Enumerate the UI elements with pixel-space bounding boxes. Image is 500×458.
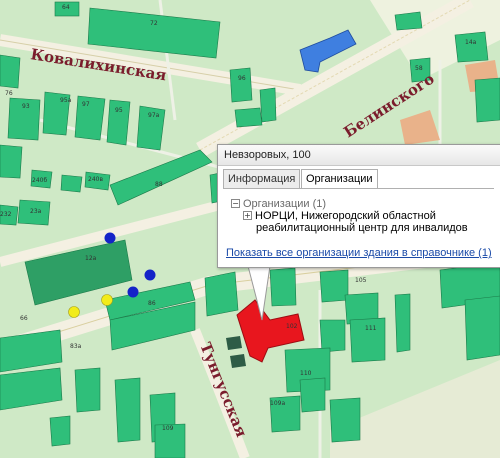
- building-number: 95: [115, 107, 123, 114]
- building-number: 12a: [85, 255, 97, 262]
- building-number: 86: [148, 300, 156, 307]
- collapse-icon[interactable]: −: [231, 199, 240, 208]
- building-number: 105: [355, 277, 367, 284]
- stop-marker-yellow: [68, 306, 80, 318]
- building-number: 97a: [148, 112, 160, 119]
- tab-information[interactable]: Информация: [223, 169, 301, 189]
- show-all-organizations-link[interactable]: Показать все организации здания в справо…: [226, 247, 492, 259]
- info-popup: Невзоровых, 100 Информация Организации −…: [217, 144, 500, 268]
- building-number: 240б: [32, 177, 47, 184]
- stop-marker-blue: [144, 269, 156, 281]
- building-number: 109: [162, 425, 174, 432]
- tree-item-organization[interactable]: + НОРЦИ, Нижегородский областной: [243, 210, 436, 222]
- building-number: 72: [150, 20, 158, 27]
- expand-icon[interactable]: +: [243, 211, 252, 220]
- tree-group-organizations[interactable]: − Организации (1): [231, 198, 326, 210]
- building-number: 93: [22, 103, 30, 110]
- building-number: 240в: [88, 176, 103, 183]
- building-number: 66: [20, 315, 28, 322]
- building-number: 76: [5, 90, 13, 97]
- building-number: 96: [238, 75, 246, 82]
- popup-title: Невзоровых, 100: [218, 145, 500, 166]
- building-number: 23a: [30, 208, 42, 215]
- building-number: 97: [82, 101, 90, 108]
- building-number: 83a: [70, 343, 82, 350]
- organization-name-line2: реабилитационный центр для инвалидов: [256, 222, 468, 234]
- popup-body: − Организации (1) + НОРЦИ, Нижегородский о…: [223, 188, 494, 249]
- stop-marker-blue: [104, 232, 116, 244]
- building-number: 102: [286, 323, 298, 330]
- building-number: 232: [0, 211, 12, 218]
- building-number: 14a: [465, 39, 477, 46]
- stop-marker-blue: [127, 286, 139, 298]
- building-number: 88: [155, 181, 163, 188]
- tab-organizations[interactable]: Организации: [301, 169, 378, 189]
- building-number: 111: [365, 325, 377, 332]
- tree-group-label: Организации (1): [243, 198, 327, 210]
- organization-name-line1: НОРЦИ, Нижегородский областной: [255, 210, 436, 222]
- building-number: 109a: [270, 400, 285, 407]
- building-number: 110: [300, 370, 312, 377]
- building-number: 95a: [60, 97, 72, 104]
- stop-marker-yellow: [101, 294, 113, 306]
- building-number: 58: [415, 65, 423, 72]
- building-number: 64: [62, 4, 70, 11]
